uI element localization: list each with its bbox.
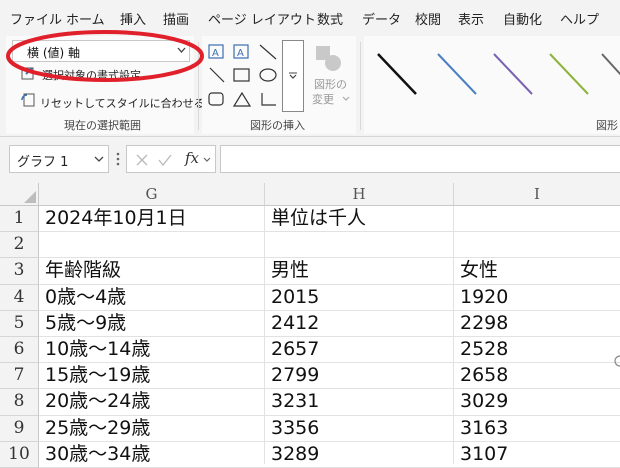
shape-styles-gallery[interactable]: [370, 48, 620, 100]
cell-col-g-row-7[interactable]: 15歳～19歳: [39, 363, 264, 388]
column-header-h[interactable]: H: [265, 183, 454, 206]
menu-automate[interactable]: 自動化: [503, 9, 542, 28]
line-style-green[interactable]: [549, 53, 589, 95]
svg-text:A: A: [212, 48, 219, 59]
menu-data[interactable]: データ: [362, 9, 401, 28]
formula-input[interactable]: [220, 145, 620, 173]
row-header[interactable]: 3: [0, 258, 39, 285]
line-style-blue[interactable]: [437, 53, 477, 95]
menu-review[interactable]: 校閲: [415, 9, 441, 28]
name-box[interactable]: グラフ 1: [9, 145, 109, 173]
line-style-black[interactable]: [377, 53, 417, 95]
cell-col-g-row-6[interactable]: 10歳～14歳: [39, 337, 264, 362]
menu-help[interactable]: ヘルプ: [560, 9, 599, 28]
spreadsheet-grid: G H I 1 2024年10月1日 単位は千人 2 3 年齢階級 男性 女性 4 0歳～4歳 20…: [0, 183, 620, 468]
cell-col-g-row-9[interactable]: 25歳～29歳: [39, 416, 264, 441]
shapes-gallery[interactable]: A A: [206, 42, 282, 114]
cell-col-h-row-8[interactable]: 3231: [265, 389, 453, 414]
more-options-icon[interactable]: [116, 152, 120, 166]
corner-triangle-icon: [24, 191, 36, 203]
cell-col-i-row-10[interactable]: 3107: [454, 442, 620, 467]
formula-actions: fx: [126, 145, 216, 173]
menu-view[interactable]: 表示: [458, 9, 484, 28]
row-header[interactable]: 1: [0, 206, 39, 233]
cell-col-i-row-1[interactable]: [454, 206, 620, 231]
cell-col-i-row-3[interactable]: 女性: [454, 258, 620, 283]
cell-col-i-row-7[interactable]: 2658: [454, 363, 620, 388]
cell-col-h-row-10[interactable]: 3289: [265, 442, 453, 467]
row-header[interactable]: 2: [0, 232, 39, 259]
cell-col-h-row-1[interactable]: 単位は千人: [265, 206, 453, 231]
chevron-down-icon: [94, 156, 104, 162]
chevron-down-icon: [342, 96, 350, 101]
cell-col-h-row-9[interactable]: 3356: [265, 416, 453, 441]
cell-col-i-row-8[interactable]: 3029: [454, 389, 620, 414]
cell-col-h-row-5[interactable]: 2412: [265, 311, 453, 336]
cancel-icon[interactable]: [135, 153, 149, 167]
cell-col-h-row-3[interactable]: 男性: [265, 258, 453, 283]
svg-text:A: A: [237, 48, 244, 59]
scroll-indicator-icon[interactable]: [614, 355, 620, 367]
reset-style-button[interactable]: リセットしてスタイルに合わせる: [40, 95, 205, 111]
group-label-insert-shapes: 図形の挿入: [250, 119, 305, 132]
row-header[interactable]: 10: [0, 441, 39, 468]
cell-col-i-row-9[interactable]: 3163: [454, 416, 620, 441]
group-label-shape-styles: 図形: [596, 119, 618, 132]
cell-col-i-row-5[interactable]: 2298: [454, 311, 620, 336]
formula-bar: グラフ 1 fx: [0, 137, 620, 183]
reset-style-icon: [21, 93, 35, 107]
chevron-down-icon: [203, 157, 211, 162]
row-header[interactable]: 6: [0, 337, 39, 364]
ribbon-separator: [360, 42, 361, 130]
insert-shapes-group: A A 図形の 変更 図形の挿入: [202, 36, 356, 134]
cell-col-g-row-10[interactable]: 30歳～34歳: [39, 442, 264, 467]
shapes-gallery-more-button[interactable]: [282, 40, 304, 112]
cell-col-g-row-2[interactable]: [39, 232, 264, 257]
row-header[interactable]: 5: [0, 310, 39, 337]
cell-col-h-row-4[interactable]: 2015: [265, 285, 453, 310]
cell-col-i-row-2[interactable]: [454, 232, 620, 257]
annotation-circle: [6, 30, 204, 82]
row-header[interactable]: 4: [0, 284, 39, 311]
change-shape-label-2[interactable]: 変更: [312, 91, 334, 107]
row-header[interactable]: 8: [0, 389, 39, 416]
row-header[interactable]: 9: [0, 415, 39, 442]
line-style-purple[interactable]: [493, 53, 533, 95]
row-header[interactable]: 7: [0, 363, 39, 390]
cell-col-h-row-2[interactable]: [265, 232, 453, 257]
cell-col-i-row-6[interactable]: 2528: [454, 337, 620, 362]
change-shape-label-1[interactable]: 図形の: [314, 76, 347, 92]
group-label-current-selection: 現在の選択範囲: [64, 119, 141, 132]
cell-col-g-row-5[interactable]: 5歳～9歳: [39, 311, 264, 336]
cell-col-g-row-1[interactable]: 2024年10月1日: [39, 206, 264, 231]
shape-styles-group: 図形: [364, 36, 620, 134]
menu-formulas[interactable]: 数式: [317, 9, 343, 28]
change-shape-icon: [316, 46, 341, 71]
ribbon: 横 (値) 軸 選択対象の書式設定 リセットしてスタイルに合わせる 現在の選択範…: [0, 30, 620, 137]
cell-col-h-row-7[interactable]: 2799: [265, 363, 453, 388]
select-all-corner[interactable]: [0, 183, 39, 206]
cell-col-g-row-4[interactable]: 0歳～4歳: [39, 285, 264, 310]
enter-icon[interactable]: [157, 153, 173, 167]
cell-col-h-row-6[interactable]: 2657: [265, 337, 453, 362]
column-header-i[interactable]: I: [454, 183, 620, 206]
line-style-more[interactable]: [601, 53, 620, 76]
menu-page-layout[interactable]: ページ レイアウト: [208, 9, 316, 28]
insert-function-button[interactable]: fx: [185, 149, 199, 167]
cell-col-g-row-8[interactable]: 20歳～24歳: [39, 389, 264, 414]
cell-col-i-row-4[interactable]: 1920: [454, 285, 620, 310]
name-box-value: グラフ 1: [17, 155, 69, 170]
chevron-down-icon: [289, 72, 297, 79]
cell-col-g-row-3[interactable]: 年齢階級: [39, 258, 264, 283]
column-header-g[interactable]: G: [39, 183, 265, 206]
